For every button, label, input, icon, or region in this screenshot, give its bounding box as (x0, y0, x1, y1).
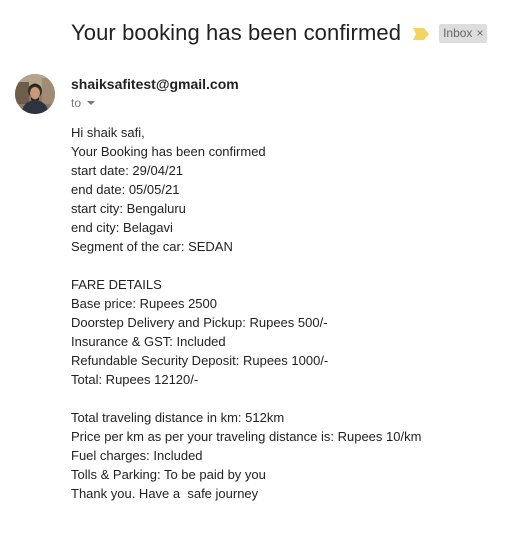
body-line: Total traveling distance in km: 512km (71, 410, 285, 425)
body-line: Tolls & Parking: To be paid by you (71, 467, 266, 482)
remove-label-icon[interactable]: × (476, 25, 483, 42)
recipient-details-toggle[interactable]: to (71, 96, 96, 110)
body-line (71, 256, 421, 275)
avatar-photo (15, 74, 55, 114)
body-line: FARE DETAILS (71, 277, 162, 292)
recipient-prefix: to (71, 96, 82, 110)
inbox-label: Inbox × (439, 23, 488, 43)
body-line: Fuel charges: Included (71, 448, 203, 463)
body-line: Your Booking has been confirmed (71, 144, 266, 159)
sender-email[interactable]: shaiksafitest@gmail.com (71, 76, 239, 92)
avatar[interactable] (15, 74, 55, 114)
inbox-label-text[interactable]: Inbox (443, 25, 472, 42)
body-line: Base price: Rupees 2500 (71, 296, 217, 311)
body-line: start city: Bengaluru (71, 201, 186, 216)
body-line (71, 389, 421, 408)
email-subject: Your booking has been confirmed (71, 20, 402, 45)
body-line: Hi shaik safi, (71, 125, 145, 140)
email-body: Hi shaik safi, Your Booking has been con… (71, 123, 421, 503)
body-line: end date: 05/05/21 (71, 182, 180, 197)
body-line: Segment of the car: SEDAN (71, 239, 233, 254)
body-line: Total: Rupees 12120/- (71, 372, 199, 387)
body-line: Thank you. Have a safe journey (71, 486, 259, 501)
chevron-down-icon[interactable] (87, 101, 96, 105)
body-line: Doorstep Delivery and Pickup: Rupees 500… (71, 315, 328, 330)
body-line: Insurance & GST: Included (71, 334, 226, 349)
importance-marker-icon[interactable] (413, 27, 430, 40)
body-line: Refundable Security Deposit: Rupees 1000… (71, 353, 329, 368)
body-line: end city: Belagavi (71, 220, 173, 235)
subject-row: Your booking has been confirmed Inbox × (71, 18, 488, 48)
body-line: start date: 29/04/21 (71, 163, 184, 178)
body-line: Price per km as per your traveling dista… (71, 429, 422, 444)
